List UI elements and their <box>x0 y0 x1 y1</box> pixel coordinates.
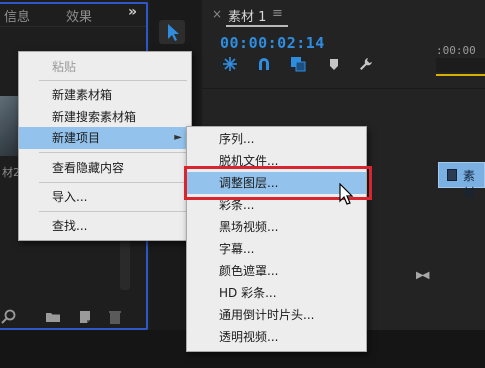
time-ruler[interactable] <box>436 58 485 72</box>
magnet-icon[interactable] <box>256 56 272 72</box>
wrench-icon[interactable] <box>358 56 374 72</box>
folder-icon[interactable] <box>44 308 62 326</box>
clip-fx-icon <box>447 169 457 181</box>
close-icon[interactable]: × <box>212 7 222 21</box>
mouse-cursor-icon <box>339 182 355 207</box>
ruler-time-label: :00:00 <box>436 44 476 57</box>
zoom-handle-icon[interactable]: ▶◀ <box>416 270 429 281</box>
submenu-item-captions[interactable]: 字幕... <box>187 238 366 260</box>
project-toolbar <box>0 306 146 328</box>
menu-item-new-item-label: 新建项目 <box>52 131 101 145</box>
selection-tool-icon[interactable] <box>159 20 185 44</box>
submenu-item-black-video[interactable]: 黑场视频... <box>187 216 366 238</box>
marker-icon[interactable] <box>326 56 342 72</box>
menu-item-new-search-bin[interactable]: 新建搜索素材箱 <box>19 106 191 128</box>
menu-separator <box>39 80 187 81</box>
new-item-submenu: 序列... 脱机文件... 调整图层... 彩条... 黑场视频... 字幕..… <box>186 126 367 352</box>
active-tab-indicator <box>226 25 288 27</box>
menu-item-paste[interactable]: 粘贴 <box>19 56 191 78</box>
menu-separator <box>39 182 187 183</box>
trash-icon[interactable] <box>106 308 124 326</box>
panel-overflow-button[interactable]: » <box>128 4 137 20</box>
tab-sequence[interactable]: 素材 1 <box>228 6 266 25</box>
timeline-clip[interactable]: 素材 <box>438 162 485 200</box>
submenu-item-countdown-leader[interactable]: 通用倒计时片头... <box>187 304 366 326</box>
search-icon[interactable] <box>0 308 18 326</box>
snap-icon[interactable] <box>222 56 238 72</box>
menu-item-import[interactable]: 导入... <box>19 186 191 208</box>
track-divider <box>202 88 485 89</box>
menu-item-new-bin[interactable]: 新建素材箱 <box>19 84 191 106</box>
tab-divider <box>0 26 146 27</box>
project-context-menu: 粘贴 新建素材箱 新建搜索素材箱 新建项目 ► 查看隐藏内容 导入... 查找.… <box>18 51 192 241</box>
submenu-item-transparent-video[interactable]: 透明视频... <box>187 326 366 348</box>
timeline-clip-label: 素材 <box>463 169 476 200</box>
linked-selection-icon[interactable] <box>290 56 306 72</box>
panel-menu-icon[interactable]: ≡ <box>272 6 283 21</box>
playhead-timecode[interactable]: 00:00:02:14 <box>220 34 325 52</box>
menu-item-view-hidden[interactable]: 查看隐藏内容 <box>19 157 191 179</box>
submenu-item-hd-bars[interactable]: HD 彩条... <box>187 282 366 304</box>
submenu-item-color-matte[interactable]: 颜色遮罩... <box>187 260 366 282</box>
work-area-bar[interactable] <box>436 74 485 76</box>
tab-effects[interactable]: 效果 <box>66 6 92 25</box>
new-item-icon[interactable] <box>76 308 94 326</box>
submenu-arrow-icon: ► <box>174 132 182 143</box>
menu-item-find[interactable]: 查找... <box>19 215 191 237</box>
clip-thumbnail[interactable] <box>0 96 20 156</box>
menu-separator <box>39 152 187 153</box>
menu-separator <box>39 211 187 212</box>
submenu-item-sequence[interactable]: 序列... <box>187 128 366 150</box>
menu-item-new-item[interactable]: 新建项目 ► <box>19 127 191 149</box>
tab-info[interactable]: 信息 <box>4 6 30 25</box>
